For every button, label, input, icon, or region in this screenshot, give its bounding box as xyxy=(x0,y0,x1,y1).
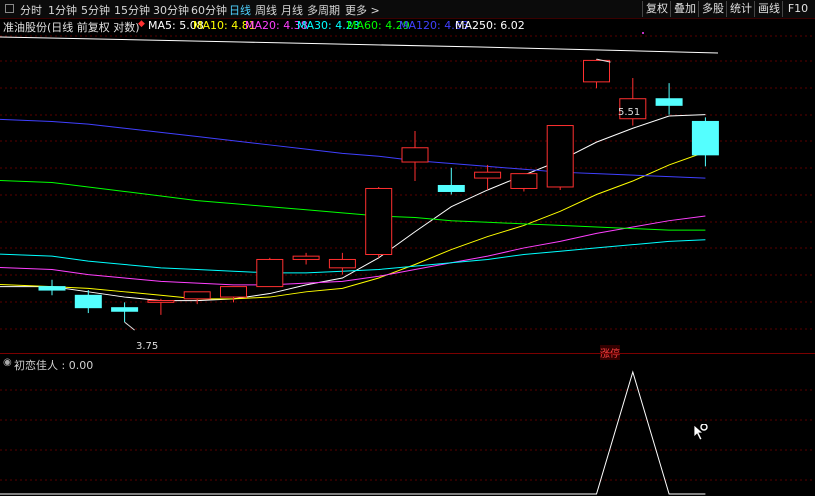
indicator-settings-icon[interactable]: ◉ xyxy=(3,357,12,368)
panel-divider xyxy=(0,353,815,354)
cursor-icon xyxy=(693,424,708,441)
candle-up xyxy=(183,291,211,300)
high-price-label: 5.51 xyxy=(618,107,641,118)
candle-up xyxy=(365,187,393,256)
signal-dot xyxy=(642,32,644,34)
kline-chart[interactable] xyxy=(0,0,815,496)
ma-line-ma60 xyxy=(0,179,706,231)
ma-line-ma120 xyxy=(0,118,706,179)
candle-down xyxy=(74,294,102,309)
candle-down xyxy=(691,120,719,156)
ma-line-ma5 xyxy=(0,114,706,302)
candle-down xyxy=(38,286,66,291)
candle-up xyxy=(474,171,502,179)
candle-down xyxy=(111,307,139,312)
candle-up xyxy=(256,258,284,288)
low-price-label: 3.75 xyxy=(136,341,159,352)
candle-up xyxy=(546,125,574,188)
candle-up xyxy=(510,173,538,189)
candle-down xyxy=(655,98,683,106)
candle-up xyxy=(583,59,610,83)
ma-line-ma250 xyxy=(0,36,719,54)
candle-down xyxy=(437,184,465,192)
indicator-label: 初恋佳人 : 0.00 xyxy=(14,359,94,372)
candle-up xyxy=(220,286,247,298)
candle-up xyxy=(401,147,429,163)
candle-up xyxy=(147,300,175,303)
candle-up xyxy=(328,258,356,269)
candle-up xyxy=(292,255,320,260)
